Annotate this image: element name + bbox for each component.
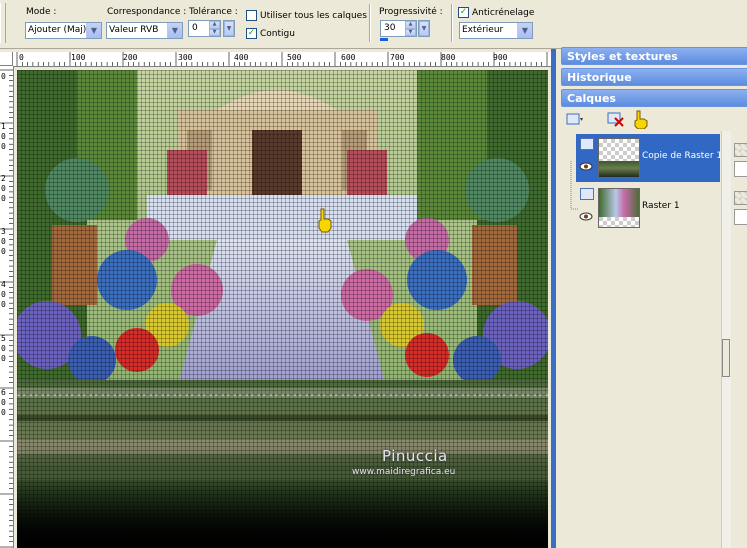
opacity-field[interactable] [734, 209, 747, 225]
new-layer-button[interactable] [565, 109, 585, 129]
layer-thumbnail [598, 138, 640, 178]
ruler-label: 0 [1, 72, 6, 81]
layer-thumbnail [598, 188, 640, 228]
eye-visibility-icon[interactable] [579, 212, 593, 221]
ruler-label: 3 0 0 [1, 227, 6, 256]
ruler-label: 0 [19, 53, 24, 62]
feather-label: Progressivité : [379, 7, 443, 17]
layer-name: Raster 1 [642, 201, 680, 211]
history-palette-header[interactable]: Historique [561, 68, 747, 86]
pixel-grid-overlay [17, 70, 548, 548]
mode-value: Ajouter (Maj) [28, 25, 87, 35]
horizontal-ruler: 0 100 200 300 400 500 600 700 800 900 [13, 52, 551, 67]
use-all-layers-checkbox[interactable]: Utiliser tous les calques [246, 10, 367, 21]
match-mode-value: Valeur RVB [109, 25, 159, 35]
toolbar-separator [369, 4, 371, 42]
ruler-label: 500 [287, 53, 302, 62]
raster-layer-icon [580, 138, 594, 150]
chevron-down-icon: ▼ [419, 21, 429, 36]
chevron-down-icon: ▼ [517, 23, 532, 38]
new-layer-icon [566, 113, 583, 125]
layer-row-raster-1[interactable]: Raster 1 [576, 184, 720, 232]
hand-pointer-icon [318, 208, 332, 233]
chevron-down-icon: ▼ [167, 23, 182, 38]
vertical-ruler: 0 1 0 0 2 0 0 3 0 0 4 0 0 5 0 0 6 0 0 [0, 66, 14, 548]
mode-dropdown[interactable]: Ajouter (Maj) ▼ [25, 22, 102, 39]
feather-value: 30 [384, 23, 396, 33]
chevron-down-icon: ▼ [86, 23, 101, 38]
ruler-label: 900 [493, 53, 508, 62]
watermark-url: www.maidiregrafica.eu [352, 467, 456, 477]
antialias-mode-value: Extérieur [462, 25, 504, 35]
feather-spinbox[interactable]: 30 ▲ ▼ [380, 20, 417, 37]
scrollbar-thumb[interactable] [722, 339, 730, 377]
chevron-down-icon: ▼ [224, 21, 234, 36]
contiguous-checkbox[interactable]: ✓ Contigu [246, 28, 295, 39]
antialias-mode-dropdown[interactable]: Extérieur ▼ [459, 22, 533, 39]
match-mode-dropdown[interactable]: Valeur RVB ▼ [106, 22, 183, 39]
feather-preset-button[interactable]: ▼ [418, 20, 430, 37]
image-canvas[interactable]: Pinuccia www.maidiregrafica.eu [17, 70, 548, 548]
layers-toolbar [563, 109, 747, 130]
delete-layer-icon [607, 112, 624, 127]
ruler-label: 100 [71, 53, 86, 62]
tolerance-spinbox[interactable]: 0 ▲ ▼ [188, 20, 221, 37]
checkmark-icon: ✓ [246, 28, 257, 39]
feather-slider[interactable] [380, 38, 388, 41]
layers-palette-header[interactable]: Calques [561, 89, 747, 107]
eye-visibility-icon[interactable] [579, 162, 593, 171]
tool-options-bar: Mode : Ajouter (Maj) ▼ Correspondance : … [0, 0, 747, 49]
antialias-checkbox[interactable]: ✓ Anticrénelage [458, 7, 534, 18]
tolerance-value: 0 [192, 23, 198, 33]
ruler-label: 800 [441, 53, 456, 62]
styles-palette-header[interactable]: Styles et textures [561, 47, 747, 65]
ruler-label: 4 0 0 [1, 280, 6, 309]
ruler-label: 1 0 0 [1, 122, 6, 151]
watermark-title: Pinuccia [382, 447, 448, 465]
edit-layer-button[interactable] [631, 109, 651, 129]
tolerance-preset-button[interactable]: ▼ [223, 20, 235, 37]
ruler-corner [0, 52, 13, 66]
ruler-label: 300 [178, 53, 193, 62]
ruler-ticks [16, 52, 548, 66]
toolbar-grip[interactable] [0, 3, 6, 43]
tolerance-label: Tolérance : [189, 7, 238, 17]
spin-down-icon[interactable]: ▼ [209, 28, 220, 36]
spin-down-icon[interactable]: ▼ [405, 28, 416, 36]
mode-label: Mode : [26, 7, 57, 17]
ruler-label: 400 [234, 53, 249, 62]
checkmark-icon: ✓ [458, 7, 469, 18]
raster-layer-icon [580, 188, 594, 200]
spin-up-icon[interactable]: ▲ [405, 21, 416, 29]
layers-vertical-scrollbar[interactable] [721, 131, 731, 548]
use-all-layers-label: Utiliser tous les calques [260, 10, 367, 21]
ruler-label: 5 0 0 [1, 334, 6, 363]
ruler-label: 2 0 0 [1, 174, 6, 203]
blend-mode-swatch[interactable] [734, 191, 747, 205]
opacity-field[interactable] [734, 161, 747, 177]
antialias-label: Anticrénelage [472, 7, 535, 18]
toolbar-separator [451, 4, 453, 42]
hand-pointer-icon [634, 110, 648, 129]
layer-row-copy-raster-1[interactable]: Copie de Raster 1 [576, 134, 723, 182]
delete-layer-button[interactable] [606, 109, 626, 129]
checkbox-box [246, 10, 257, 21]
match-mode-label: Correspondance : [107, 7, 187, 17]
spin-up-icon[interactable]: ▲ [209, 21, 220, 29]
ruler-label: 6 0 0 [1, 388, 6, 417]
ruler-label: 600 [341, 53, 356, 62]
layer-properties-strip [731, 131, 747, 548]
contiguous-label: Contigu [260, 28, 295, 39]
ruler-label: 700 [390, 53, 405, 62]
ruler-label: 200 [123, 53, 138, 62]
layer-name: Copie de Raster 1 [642, 151, 723, 161]
blend-mode-swatch[interactable] [734, 143, 747, 157]
